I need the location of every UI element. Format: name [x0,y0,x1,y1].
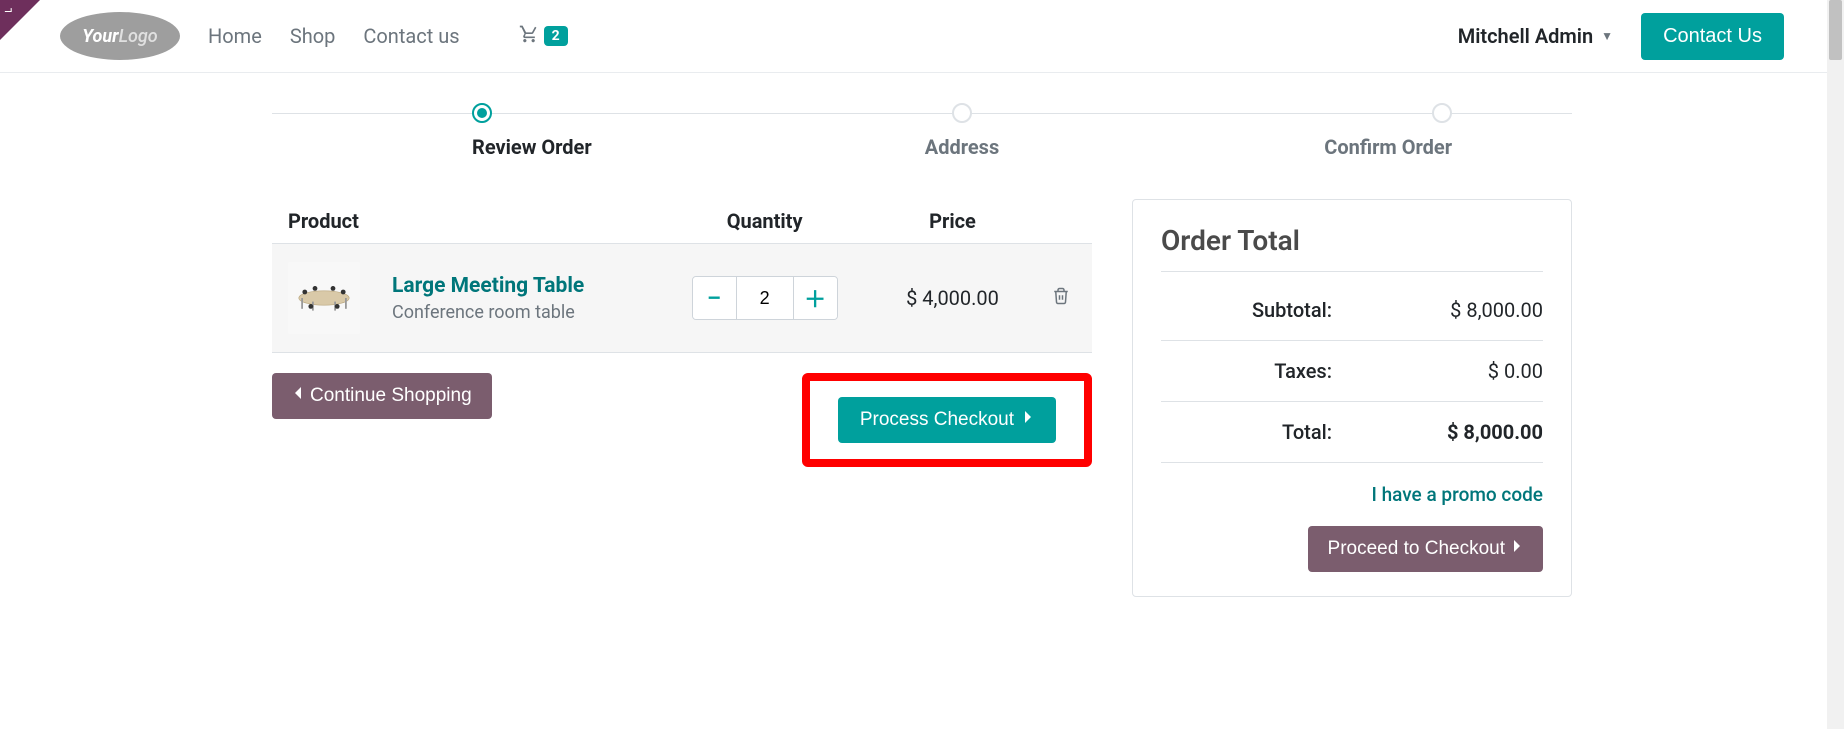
step-address[interactable]: Address [799,103,1126,159]
user-menu[interactable]: Mitchell Admin ▼ [1458,24,1613,48]
remove-item-button[interactable] [1052,287,1070,310]
taxes-label: Taxes: [1161,359,1372,383]
col-product: Product [272,199,654,244]
cart-count-badge: 2 [544,26,568,46]
topbar: YourLogo Home Shop Contact us 2 Mitchell… [0,0,1844,73]
chevron-right-icon [1511,538,1523,560]
cart-link[interactable]: 2 [518,24,568,49]
caret-down-icon: ▼ [1601,29,1613,43]
corner-edit-handle[interactable] [0,0,40,40]
step-review[interactable]: Review Order [272,103,799,159]
nav-shop[interactable]: Shop [290,24,336,48]
line-price: $ 4,000.00 [875,244,1030,353]
nav-contact[interactable]: Contact us [363,24,459,48]
cart-icon [518,24,540,49]
table-row: Large Meeting Table Conference room tabl… [272,244,1092,353]
process-checkout-button[interactable]: Process Checkout [838,397,1056,443]
scrollbar-thumb[interactable] [1829,0,1842,60]
step-dot [952,103,972,123]
chevron-right-icon [1022,409,1034,431]
qty-increase-button[interactable]: ＋ [793,277,837,319]
step-dot-active [472,103,492,123]
col-quantity: Quantity [654,199,875,244]
step-dot [1432,103,1452,123]
checkout-steps: Review Order Address Confirm Order [272,103,1572,159]
cart-table: Product Quantity Price [272,199,1092,353]
contact-us-button[interactable]: Contact Us [1641,13,1784,60]
taxes-value: $ 0.00 [1372,359,1543,383]
summary-title: Order Total [1161,224,1543,272]
order-summary: Order Total Subtotal: $ 8,000.00 Taxes: … [1132,199,1572,597]
total-value: $ 8,000.00 [1372,420,1543,444]
quantity-stepper: − ＋ [692,276,838,320]
step-confirm[interactable]: Confirm Order [1125,103,1572,159]
product-description: Conference room table [392,302,638,323]
total-label: Total: [1161,420,1372,444]
qty-input[interactable] [737,277,793,319]
col-price: Price [875,199,1030,244]
subtotal-value: $ 8,000.00 [1372,298,1543,322]
qty-decrease-button[interactable]: − [693,277,737,319]
logo-your: Your [82,26,118,47]
trash-icon [1052,287,1070,305]
continue-shopping-button[interactable]: Continue Shopping [272,373,492,419]
product-name-link[interactable]: Large Meeting Table [392,274,584,298]
promo-code-link[interactable]: I have a promo code [1161,483,1543,506]
user-name: Mitchell Admin [1458,24,1593,48]
logo[interactable]: YourLogo [60,12,180,60]
proceed-to-checkout-button[interactable]: Proceed to Checkout [1308,526,1543,572]
logo-logo: Logo [119,26,158,47]
product-image[interactable] [288,262,360,334]
scrollbar[interactable] [1827,0,1844,729]
subtotal-label: Subtotal: [1161,298,1372,322]
highlight-box: Process Checkout [802,373,1092,467]
chevron-left-icon [292,385,304,407]
nav-home[interactable]: Home [208,24,262,48]
